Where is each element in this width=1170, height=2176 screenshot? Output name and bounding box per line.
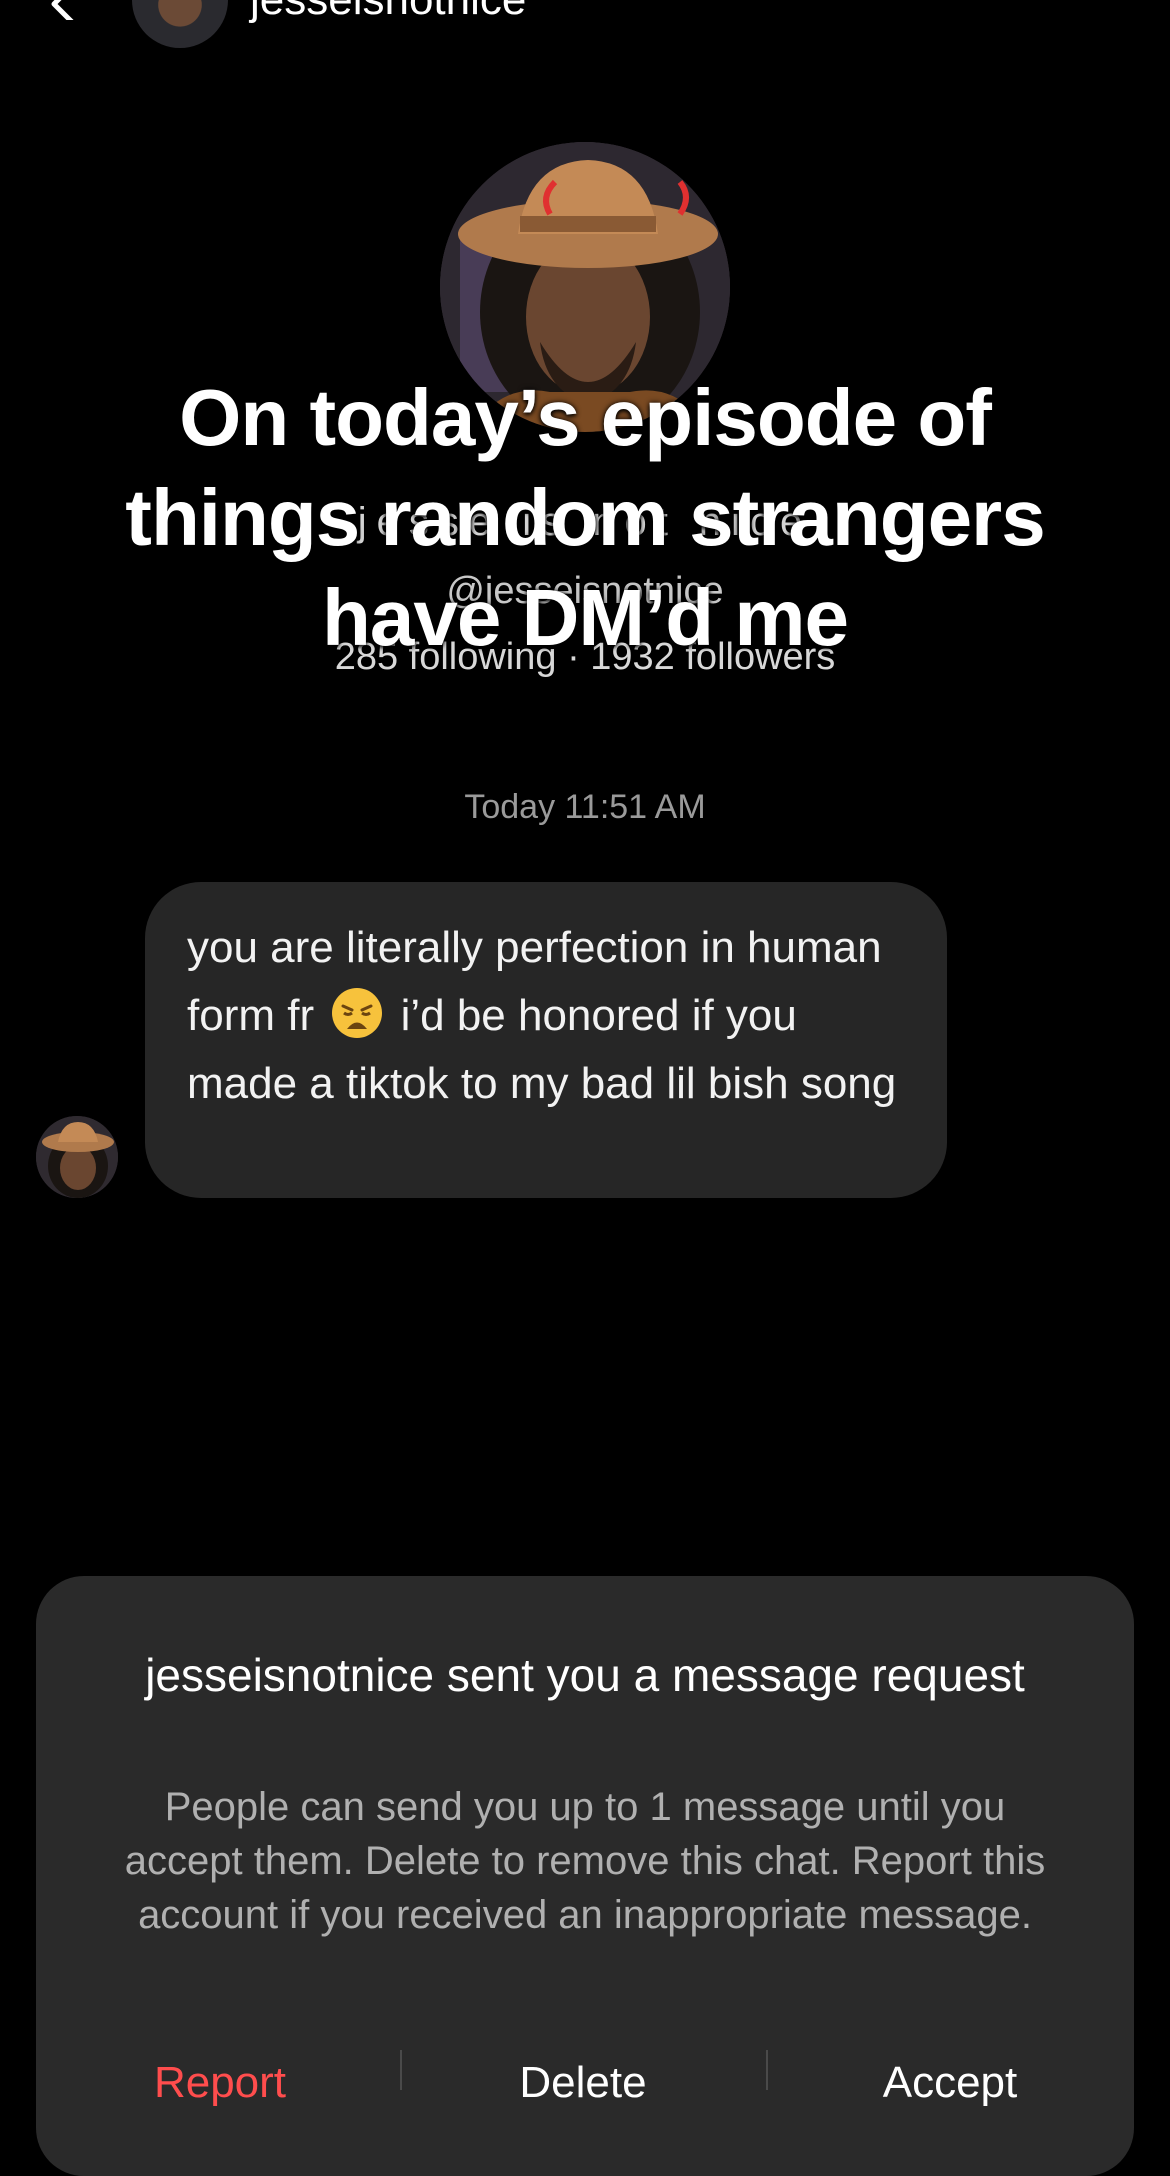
weary-face-emoji-icon xyxy=(332,988,383,1038)
message-bubble[interactable]: you are literally perfection in human fo… xyxy=(145,882,947,1198)
action-divider xyxy=(766,2050,768,2090)
header-avatar[interactable] xyxy=(132,0,228,48)
chevron-left-icon[interactable] xyxy=(40,0,90,20)
action-divider xyxy=(400,2050,402,2090)
sender-avatar[interactable] xyxy=(36,1116,118,1198)
more-horizontal-icon[interactable] xyxy=(1052,0,1118,12)
request-title: jesseisnotnice sent you a message reques… xyxy=(145,1649,1025,1701)
report-button[interactable]: Report xyxy=(70,2058,370,2108)
overlay-caption: On today’s episode of things random stra… xyxy=(125,373,1045,662)
message-timestamp: Today 11:51 AM xyxy=(464,788,706,826)
accept-button[interactable]: Accept xyxy=(800,2058,1100,2108)
request-description: People can send you up to 1 message unti… xyxy=(124,1785,1046,1937)
header-username[interactable]: jesseisnotnice xyxy=(250,0,526,22)
delete-button[interactable]: Delete xyxy=(433,2058,733,2108)
